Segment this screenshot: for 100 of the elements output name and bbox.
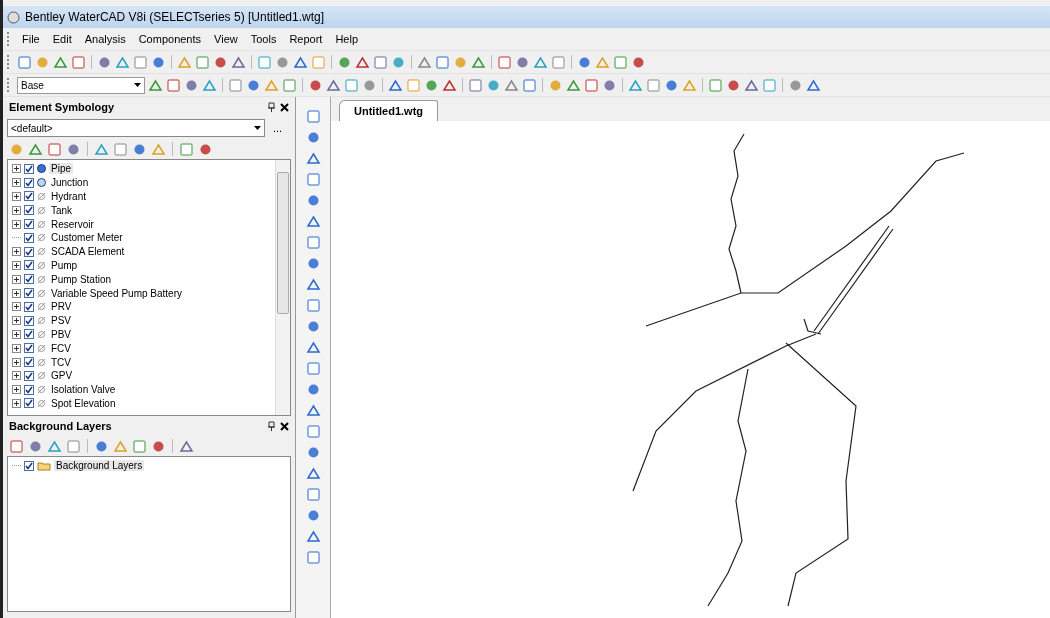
tree-item[interactable]: Isolation Valve [49, 384, 118, 396]
expand-icon[interactable] [12, 219, 21, 229]
tree-item[interactable]: Pipe [49, 163, 73, 175]
toolbar-icon[interactable] [231, 54, 246, 70]
toolbar-icon[interactable] [305, 298, 321, 313]
toolbar-icon[interactable] [497, 54, 512, 70]
toolbar-icon[interactable] [305, 319, 321, 334]
expand-icon[interactable] [12, 329, 21, 339]
tree-item[interactable]: GPV [49, 370, 75, 382]
toolbar-icon[interactable] [522, 77, 537, 93]
close-icon[interactable] [280, 102, 289, 112]
checkbox[interactable] [24, 315, 34, 326]
expand-icon[interactable] [12, 398, 21, 408]
checkbox[interactable] [24, 370, 34, 381]
toolbar-icon[interactable] [71, 54, 86, 70]
toolbar-icon[interactable] [148, 77, 163, 93]
expand-icon[interactable] [12, 316, 21, 326]
menu-item[interactable]: Report [284, 33, 328, 45]
checkbox[interactable] [24, 384, 34, 395]
toolbar-icon[interactable] [305, 403, 321, 418]
toolbar-icon[interactable] [305, 445, 321, 460]
tree-item[interactable]: Pump [49, 259, 80, 271]
tree-item[interactable]: FCV [49, 342, 73, 354]
toolbar-icon[interactable] [305, 109, 321, 124]
toolbar-icon[interactable] [94, 141, 109, 157]
scenario-select[interactable]: Base [17, 76, 145, 94]
scrollbar[interactable] [275, 160, 290, 415]
caret-icon[interactable] [254, 126, 261, 130]
pin-icon[interactable] [267, 102, 276, 112]
toolbar-icon[interactable] [115, 54, 130, 70]
toolbar-icon[interactable] [305, 361, 321, 376]
tree-item[interactable]: SCADA Element [49, 246, 127, 258]
toolbar-icon[interactable] [504, 77, 519, 93]
expand-icon[interactable] [12, 302, 21, 312]
expand-icon[interactable] [12, 274, 21, 284]
toolbar-icon[interactable] [468, 77, 483, 93]
toolbar-icon[interactable] [17, 54, 32, 70]
tree-item[interactable]: Tank [49, 204, 75, 216]
toolbar-icon[interactable] [305, 256, 321, 271]
toolbar-icon[interactable] [305, 424, 321, 439]
toolbar-icon[interactable] [305, 172, 321, 187]
toolbar-icon[interactable] [202, 77, 217, 93]
toolbar-icon[interactable] [417, 54, 432, 70]
checkbox[interactable] [24, 301, 34, 312]
toolbar-icon[interactable] [584, 77, 599, 93]
checkbox[interactable] [24, 329, 34, 340]
toolbar-icon[interactable] [305, 193, 321, 208]
toolbar-icon[interactable] [305, 277, 321, 292]
toolbar-icon[interactable] [305, 151, 321, 166]
tree-item[interactable]: Customer Meter [49, 232, 125, 244]
tree-item[interactable]: Pump Station [49, 273, 114, 285]
toolbar-icon[interactable] [566, 77, 581, 93]
toolbar-icon[interactable] [28, 141, 43, 157]
toolbar-icon[interactable] [326, 77, 341, 93]
toolbar-icon[interactable] [628, 77, 643, 93]
toolbar-icon[interactable] [471, 54, 486, 70]
expand-icon[interactable] [12, 343, 21, 353]
toolbar-icon[interactable] [47, 141, 62, 157]
tree-item[interactable]: PRV [49, 301, 74, 313]
toolbar-icon[interactable] [305, 550, 321, 565]
toolbar-icon[interactable] [179, 438, 194, 454]
expand-icon[interactable] [12, 205, 21, 215]
checkbox[interactable] [24, 163, 34, 174]
toolbar-icon[interactable] [293, 54, 308, 70]
tree-item[interactable]: PSV [49, 315, 73, 327]
tree-item[interactable]: Junction [49, 177, 91, 189]
checkbox[interactable] [24, 274, 34, 285]
menu-item[interactable]: Help [330, 33, 364, 45]
toolbar-icon[interactable] [305, 487, 321, 502]
toolbar-icon[interactable] [305, 235, 321, 250]
toolbar-icon[interactable] [305, 340, 321, 355]
toolbar-icon[interactable] [305, 214, 321, 229]
checkbox[interactable] [24, 357, 34, 368]
expand-icon[interactable] [12, 371, 21, 381]
tree-item[interactable]: Spot Elevation [49, 397, 118, 409]
menu-item[interactable]: Edit [47, 33, 77, 45]
caret-icon[interactable] [134, 83, 141, 87]
checkbox[interactable] [24, 246, 34, 257]
checkbox[interactable] [24, 343, 34, 354]
checkbox[interactable] [24, 460, 34, 471]
toolbar-icon[interactable] [355, 54, 370, 70]
toolbar-icon[interactable] [305, 508, 321, 523]
toolbar-icon[interactable] [442, 77, 457, 93]
expand-icon[interactable] [12, 288, 21, 298]
pin-icon[interactable] [267, 421, 276, 431]
checkbox[interactable] [24, 232, 34, 243]
expand-icon[interactable] [12, 260, 21, 270]
toolbar-icon[interactable] [806, 77, 821, 93]
toolbar-icon[interactable] [305, 130, 321, 145]
expand-icon[interactable] [12, 357, 21, 367]
expand-icon[interactable] [12, 192, 21, 201]
toolbar-icon[interactable] [53, 54, 68, 70]
expand-icon[interactable] [12, 247, 21, 257]
toolbar-icon[interactable] [373, 54, 388, 70]
close-icon[interactable] [280, 421, 289, 431]
toolbar-icon[interactable] [533, 54, 548, 70]
checkbox[interactable] [24, 177, 34, 188]
toolbar-icon[interactable] [47, 438, 62, 454]
toolbar-icon[interactable] [744, 77, 759, 93]
checkbox[interactable] [24, 205, 34, 216]
